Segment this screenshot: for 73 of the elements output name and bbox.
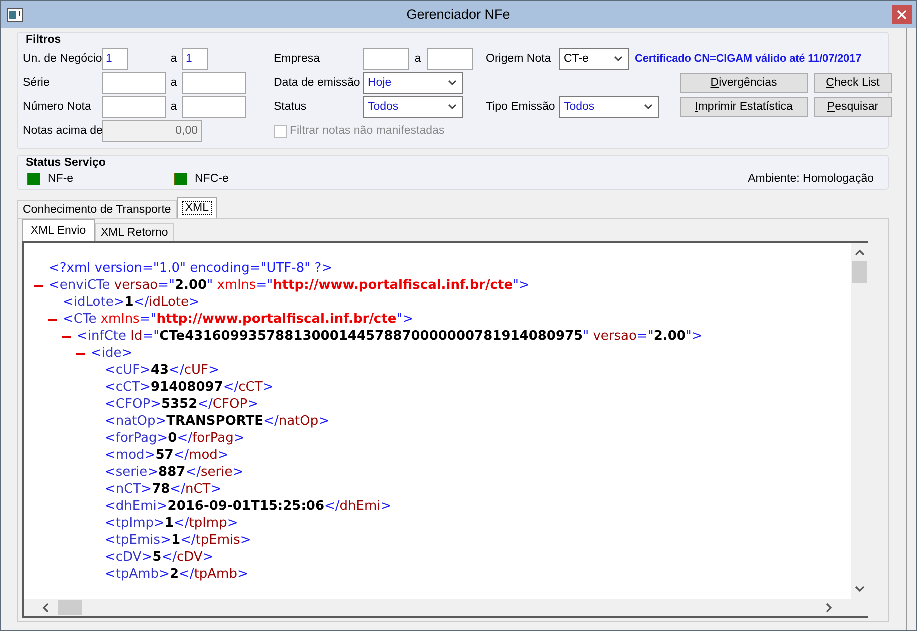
field-label: Série [23,77,51,89]
scroll-thumb[interactable] [852,261,867,283]
close-button[interactable] [892,5,912,24]
dropdown[interactable]: Hoje [363,72,463,94]
input-field[interactable]: 1 [102,48,128,70]
field-label: Origem Nota [486,53,552,65]
scroll-right-icon[interactable] [826,602,833,612]
xml-line: <tpImp>1</tpImp> [105,516,238,531]
action-button[interactable]: Pesquisar [814,97,892,117]
xml-line: <mod>57</mod> [105,448,229,463]
chevron-icon [614,56,623,62]
dropdown[interactable]: Todos [363,96,463,118]
dropdown[interactable]: CT-e [559,48,629,70]
tab[interactable]: Conhecimento de Transporte [17,200,178,218]
field-label: Status [274,101,308,113]
xml-line: <serie>887</serie> [105,465,244,480]
field-label: Empresa [274,53,322,65]
chevron-icon [448,80,457,86]
xml-line: <cDV>5</cDV> [105,550,214,565]
scroll-thumb[interactable] [58,600,82,615]
close-icon [897,10,907,20]
tab[interactable]: XML Retorno [95,223,174,241]
chevron-icon [644,104,653,110]
xml-line: <dhEmi>2016-09-01T15:25:06</dhEmi> [105,499,392,514]
input-field[interactable] [102,96,166,118]
input-field[interactable] [182,72,246,94]
chevron-icon [448,104,457,110]
field-label: Notas acima de [23,125,102,137]
xml-line: <nCT>78</nCT> [105,482,222,497]
horizontal-scrollbar[interactable] [24,599,868,616]
xml-line: <idLote>1</idLote> [63,295,200,310]
range-label: a [170,77,178,89]
scroll-down-icon[interactable] [854,586,864,593]
action-button[interactable]: Imprimir Estatística [680,97,808,117]
xml-line: <CFOP>5352</CFOP> [105,397,258,412]
xml-line: <tpAmb>2</tpAmb> [105,567,248,582]
input-field[interactable] [102,72,166,94]
certificate-text: Certificado CN=CIGAM válido até 11/07/2017 [635,53,862,65]
xml-declaration: <?xml version="1.0" encoding="UTF-8" ?> [49,261,333,276]
input-field[interactable] [363,48,409,70]
input-field[interactable] [427,48,473,70]
xml-line: <enviCTe versao="2.00" xmlns="http://www.portalfiscal.inf.br/cte"> [49,278,530,293]
field-label: Número Nota [23,101,92,113]
action-button[interactable]: Divergências [680,73,808,93]
xml-line: <tpEmis>1</tpEmis> [105,533,252,548]
range-label: a [414,53,422,65]
xml-line: <natOp>TRANSPORTE</natOp> [105,414,330,429]
xml-line: <infCte Id="CTe43160993578813000144578870000000781914080975" versao="2.00"> [77,329,703,344]
xml-line: <cUF>43</cUF> [105,363,220,378]
xml-line: <CTe xmlns="http://www.portalfiscal.inf.br/cte"> [63,312,414,327]
xml-line: <ide> [91,346,133,361]
input-field[interactable]: 1 [182,48,208,70]
field-label: Tipo Emissão [486,101,556,113]
field-label: Un. de Negócio [23,53,102,65]
range-label: a [170,101,178,113]
group-title: Filtros [26,33,62,47]
xml-line: <cCT>91408097</cCT> [105,380,274,395]
tab[interactable]: XML [177,197,217,218]
environment-label: Ambiente: Homologação [748,173,874,185]
dropdown[interactable]: Todos [559,96,659,118]
xml-line: <forPag>0</forPag> [105,431,245,446]
tab[interactable]: XML Envio [22,219,95,241]
window-icon [7,8,23,22]
range-label: a [170,53,178,65]
group-title: Status Serviço [26,156,107,170]
service-label: NF-e [48,173,74,185]
field-label: Data de emissão [274,77,362,89]
service-label: NFC-e [195,173,229,185]
window-title: Gerenciador NFe [406,7,510,22]
scroll-up-icon[interactable] [854,249,864,256]
action-button[interactable]: Check List [814,73,892,93]
scroll-left-icon[interactable] [42,602,49,612]
input-field[interactable] [182,96,246,118]
